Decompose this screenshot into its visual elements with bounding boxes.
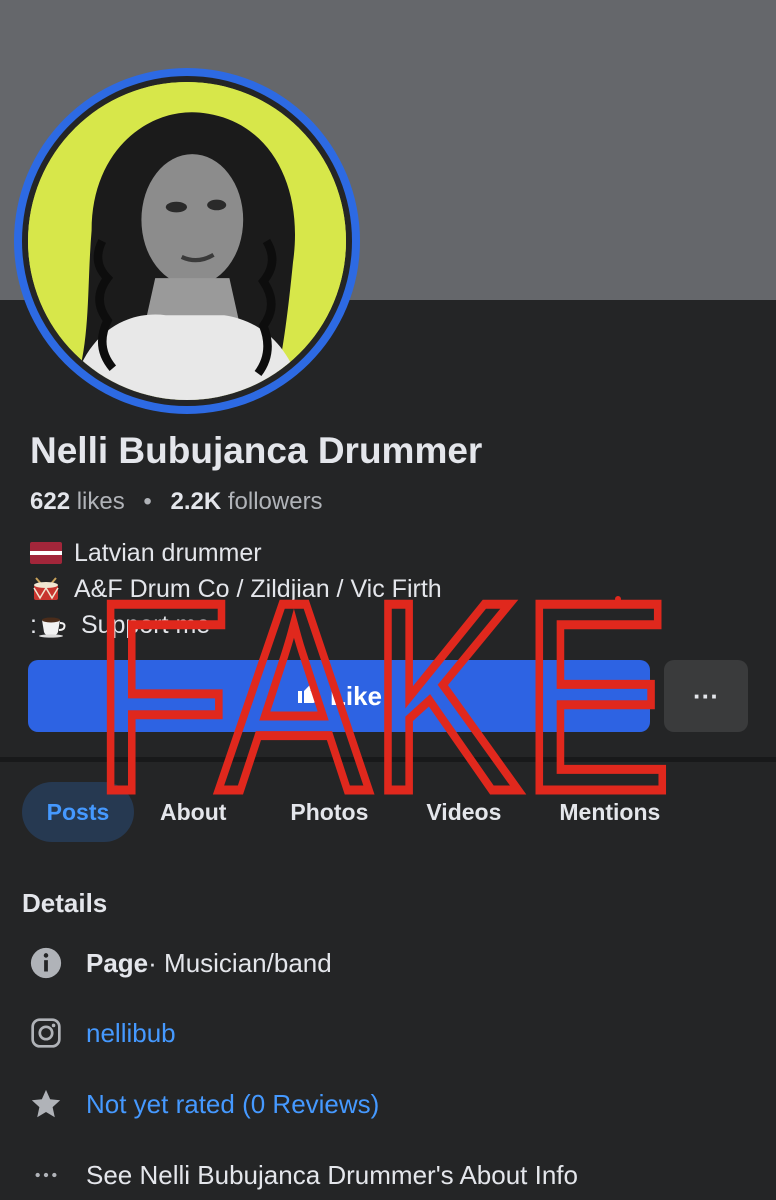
followers-label[interactable]: followers bbox=[228, 488, 323, 515]
tab-mentions[interactable]: Mentions bbox=[559, 782, 660, 842]
page-title: Nelli Bubujanca Drummer bbox=[30, 430, 483, 471]
coffee-icon bbox=[37, 612, 69, 638]
drum-icon bbox=[30, 576, 62, 602]
profile-tabs: Posts About Photos Videos Mentions bbox=[22, 782, 660, 842]
page-category: · Musician/band bbox=[148, 947, 332, 978]
profile-picture[interactable] bbox=[14, 68, 360, 414]
bio-text: Latvian drummer bbox=[74, 539, 262, 567]
tab-videos[interactable]: Videos bbox=[426, 782, 501, 842]
likes-count: 622 bbox=[30, 488, 71, 515]
instagram-link[interactable]: nellibub bbox=[86, 1018, 176, 1049]
bio-line-support[interactable]: : Support me bbox=[30, 607, 442, 643]
bio-text: A&F Drum Co / Zildjian / Vic Firth bbox=[74, 575, 442, 603]
avatar bbox=[28, 82, 346, 400]
rating-link[interactable]: Not yet rated (0 Reviews) bbox=[86, 1089, 379, 1120]
tab-posts[interactable]: Posts bbox=[22, 782, 134, 842]
detail-see-about[interactable]: See Nelli Bubujanca Drummer's About Info bbox=[28, 1157, 578, 1193]
red-mark bbox=[615, 596, 621, 602]
detail-page-category: Page · Musician/band bbox=[28, 945, 332, 981]
bio: Latvian drummer A&F Drum Co / Zildjian /… bbox=[30, 535, 442, 643]
bio-prefix: : bbox=[30, 611, 37, 639]
bio-line-nationality: Latvian drummer bbox=[30, 535, 442, 571]
latvia-flag-icon bbox=[30, 542, 62, 564]
section-divider bbox=[0, 757, 776, 762]
stats-separator: • bbox=[143, 488, 152, 515]
detail-instagram[interactable]: nellibub bbox=[28, 1015, 176, 1051]
page-stats: 622 likes • 2.2K followers bbox=[30, 488, 323, 516]
star-icon bbox=[28, 1086, 64, 1122]
see-about-link[interactable]: See Nelli Bubujanca Drummer's About Info bbox=[86, 1160, 578, 1191]
thumbs-up-icon bbox=[296, 681, 320, 712]
instagram-icon bbox=[28, 1015, 64, 1051]
tab-about[interactable]: About bbox=[160, 782, 226, 842]
bio-text: Support me bbox=[80, 611, 211, 639]
more-options-button[interactable]: ··· bbox=[664, 660, 748, 732]
followers-count[interactable]: 2.2K bbox=[170, 488, 221, 515]
details-heading: Details bbox=[22, 888, 108, 918]
bio-line-sponsors: A&F Drum Co / Zildjian / Vic Firth bbox=[30, 571, 442, 607]
detail-rating[interactable]: Not yet rated (0 Reviews) bbox=[28, 1086, 379, 1122]
likes-label: likes bbox=[76, 488, 125, 515]
like-button-label: Like bbox=[329, 680, 383, 711]
page-type-label: Page bbox=[86, 947, 149, 978]
like-button[interactable]: Like bbox=[28, 660, 650, 732]
more-icon: ··· bbox=[693, 680, 719, 711]
tab-photos[interactable]: Photos bbox=[290, 782, 368, 842]
ellipsis-icon bbox=[28, 1157, 64, 1193]
info-icon bbox=[28, 945, 64, 981]
